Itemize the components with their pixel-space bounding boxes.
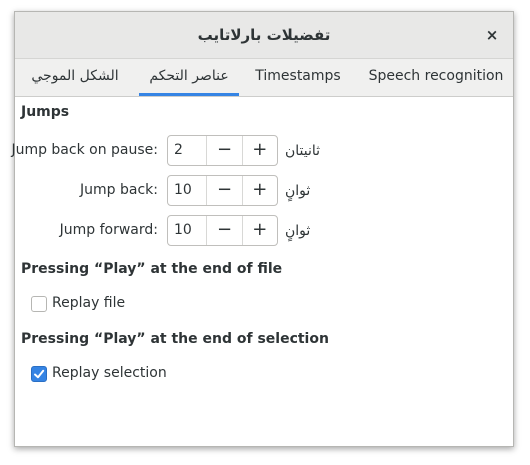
jump-back-value[interactable]: 10 — [168, 176, 208, 205]
jump-back-decrement-button[interactable]: − — [207, 176, 243, 205]
jump-forward-value[interactable]: 10 — [168, 216, 208, 245]
tab-bar: Speech recognition Timestamps عناصر التح… — [15, 59, 513, 97]
tab-timestamps[interactable]: Timestamps — [248, 59, 348, 96]
replay-file-checkbox[interactable] — [31, 296, 47, 312]
title-bar: تفضيلات بارلاتايب × — [15, 12, 513, 59]
jumps-heading: Jumps — [21, 104, 70, 120]
replay-selection-label[interactable]: Replay selection — [52, 365, 167, 381]
jump-forward-increment-button[interactable]: + — [243, 216, 277, 245]
checkmark-icon — [34, 369, 45, 379]
jump-back-spinner: 10 − + — [167, 175, 278, 206]
replay-selection-checkbox[interactable] — [31, 366, 47, 382]
tab-waveform[interactable]: الشكل الموجي — [25, 59, 125, 96]
jump-back-unit: ثوانٍ — [285, 183, 311, 199]
jump-back-increment-button[interactable]: + — [243, 176, 277, 205]
jump-forward-decrement-button[interactable]: − — [207, 216, 243, 245]
jump-forward-spinner: 10 − + — [167, 215, 278, 246]
replay-file-label[interactable]: Replay file — [52, 295, 125, 311]
tab-controls[interactable]: عناصر التحكم — [139, 59, 239, 96]
window-title: تفضيلات بارلاتايب — [197, 26, 331, 44]
jump-forward-unit: ثوانٍ — [285, 223, 311, 239]
jump-back-on-pause-decrement-button[interactable]: − — [207, 136, 243, 165]
jump-back-on-pause-spinner: 2 − + — [167, 135, 278, 166]
end-of-file-heading: Pressing “Play” at the end of file — [21, 261, 283, 277]
jump-back-on-pause-increment-button[interactable]: + — [243, 136, 277, 165]
tab-speech-recognition[interactable]: Speech recognition — [361, 59, 511, 96]
preferences-dialog: تفضيلات بارلاتايب × Speech recognition T… — [11, 11, 514, 447]
end-of-selection-heading: Pressing “Play” at the end of selection — [21, 331, 329, 347]
controls-page: Jumps Jump back on pause: 2 − + ثانيتان … — [11, 97, 513, 446]
jump-forward-label: Jump forward: — [59, 222, 158, 238]
jump-back-on-pause-label: Jump back on pause: — [11, 142, 158, 158]
jump-back-label: Jump back: — [80, 182, 158, 198]
jump-back-on-pause-unit: ثانيتان — [285, 143, 321, 159]
close-button[interactable]: × — [481, 24, 503, 46]
jump-back-on-pause-value[interactable]: 2 — [168, 136, 208, 165]
